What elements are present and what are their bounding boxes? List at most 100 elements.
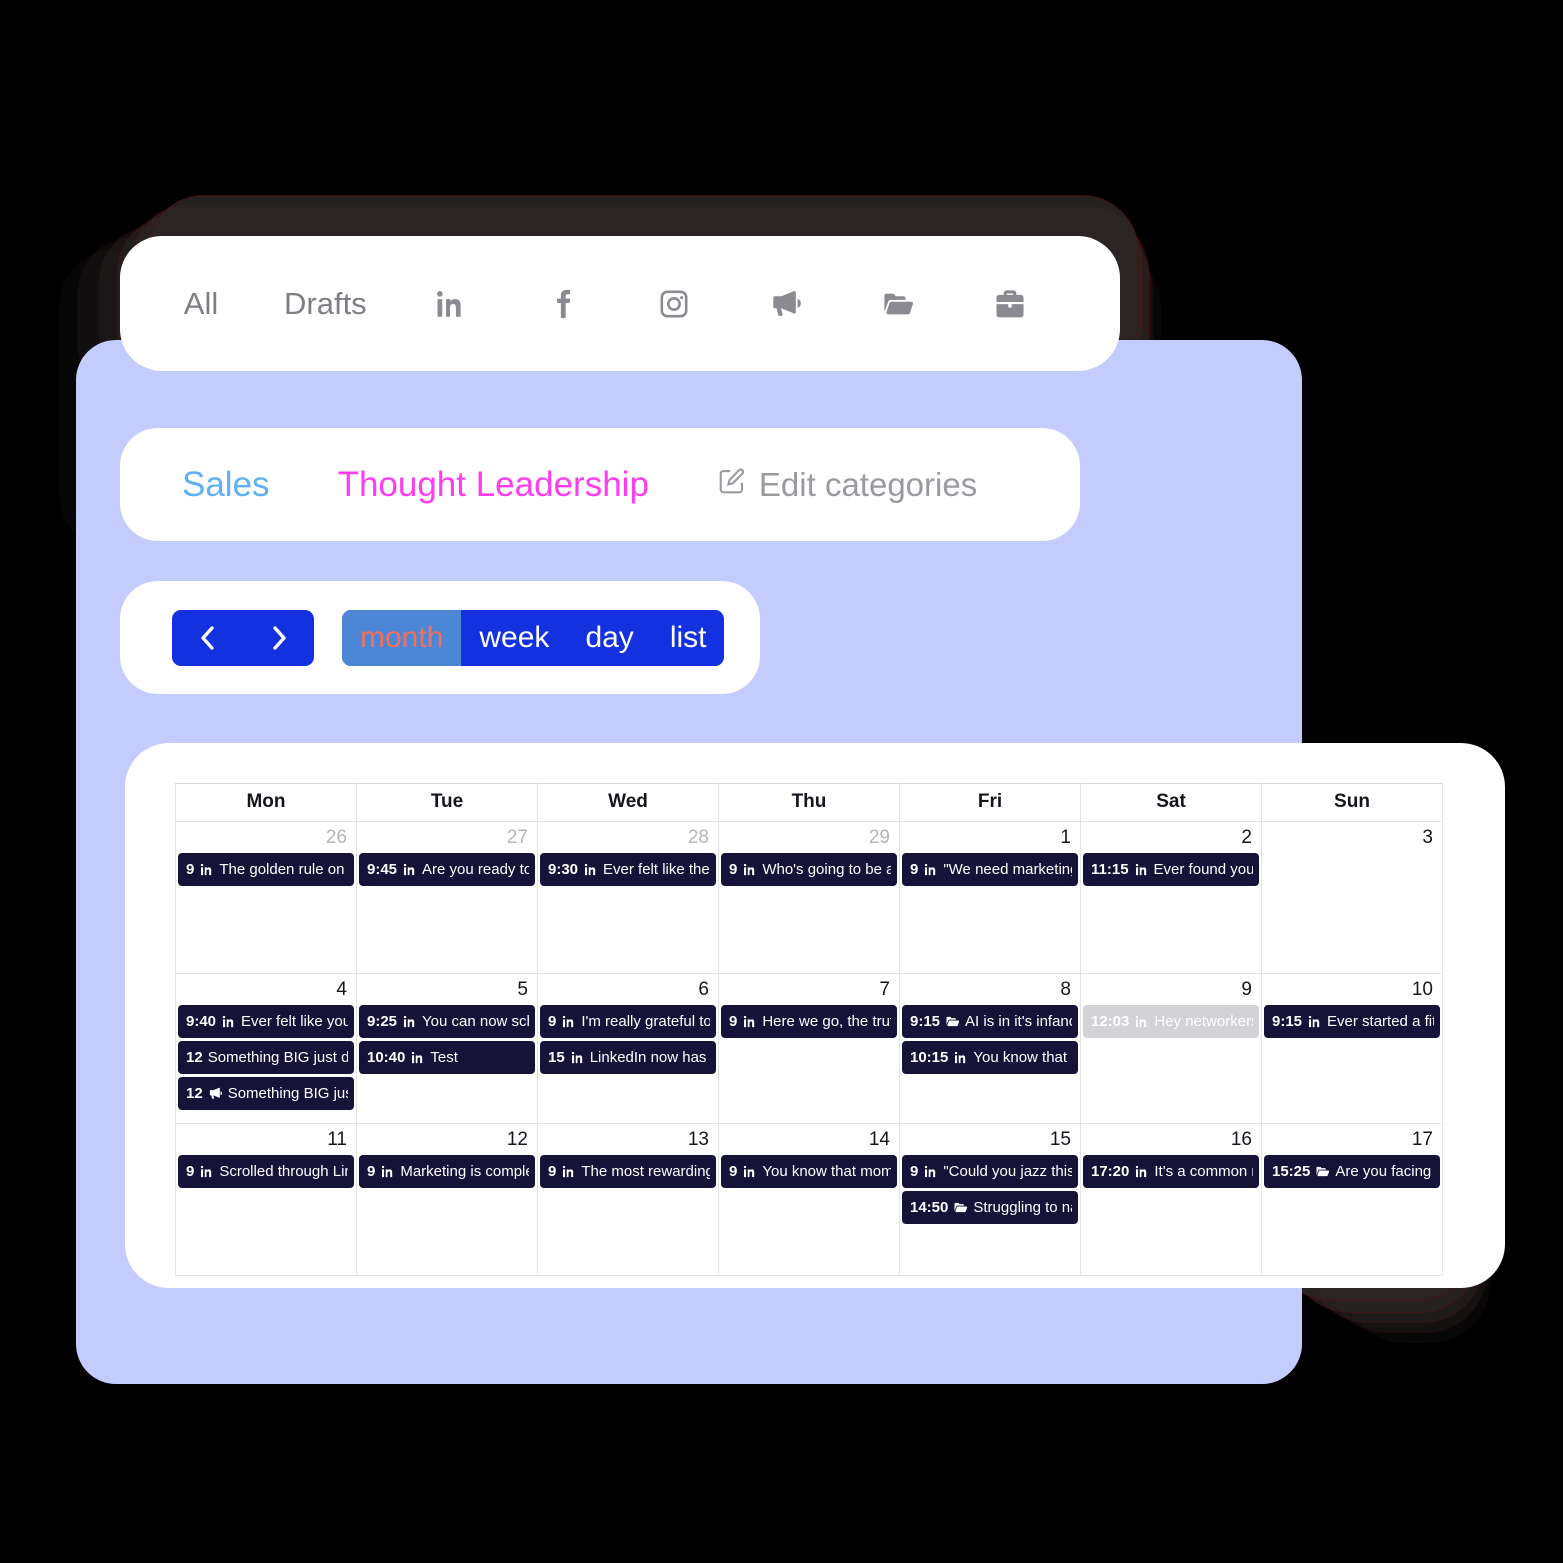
calendar-day-cell[interactable]: 16 17:20 It's a common m	[1080, 1123, 1262, 1276]
calendar-day-cell[interactable]: 4 9:40 Ever felt like you' 12 Something BIG …	[175, 973, 357, 1124]
calendar-event-chip[interactable]: 9 You know that mome	[721, 1154, 897, 1188]
calendar-day-cell[interactable]: 1 9 "We need marketing	[899, 821, 1081, 974]
calendar-event-chip[interactable]: 14:50 Struggling to na	[902, 1190, 1078, 1224]
calendar-event-chip[interactable]: 12:03 Hey networkers	[1083, 1004, 1259, 1038]
next-period-button[interactable]	[243, 610, 314, 666]
view-button-list[interactable]: list	[652, 610, 725, 666]
filter-campaigns[interactable]	[763, 287, 809, 321]
calendar-day-cell[interactable]: 2 11:15 Ever found your	[1080, 821, 1262, 974]
calendar-day-cell[interactable]: 13 9 The most rewarding	[537, 1123, 719, 1276]
filter-all[interactable]: All	[178, 286, 224, 322]
day-number[interactable]: 14	[719, 1124, 899, 1155]
day-number[interactable]: 15	[900, 1124, 1080, 1155]
day-number[interactable]: 5	[357, 974, 537, 1005]
day-number[interactable]: 28	[538, 822, 718, 853]
calendar-event-chip[interactable]: 9 "Could you jazz this	[902, 1154, 1078, 1188]
calendar-day-cell[interactable]: 12 9 Marketing is comple	[356, 1123, 538, 1276]
event-title: AI is in it's infanc	[965, 1013, 1072, 1029]
linkedin-icon	[923, 1164, 938, 1179]
filter-drafts[interactable]: Drafts	[284, 286, 367, 322]
day-number[interactable]: 17	[1262, 1124, 1442, 1155]
view-button-month[interactable]: month	[342, 609, 462, 666]
calendar-event-chip[interactable]: 15:25 Are you facing t	[1264, 1154, 1440, 1188]
calendar-day-cell[interactable]: 17 15:25 Are you facing t	[1261, 1123, 1443, 1276]
calendar-event-chip[interactable]: 9:15 Ever started a fitn	[1264, 1004, 1440, 1038]
calendar-day-cell[interactable]: 15 9 "Could you jazz this 14:50 Struggling t…	[899, 1123, 1081, 1276]
event-title: Ever felt like you'	[241, 1013, 348, 1029]
category-sales[interactable]: Sales	[182, 465, 270, 505]
calendar-event-chip[interactable]: 9:30 Ever felt like ther	[540, 852, 716, 886]
view-button-day[interactable]: day	[567, 610, 651, 666]
calendar-event-chip[interactable]: 11:15 Ever found your	[1083, 852, 1259, 886]
linkedin-icon	[1134, 1014, 1149, 1029]
view-button-week[interactable]: week	[461, 610, 567, 666]
calendar-event-chip[interactable]: 9 I'm really grateful to	[540, 1004, 716, 1038]
calendar-event-chip[interactable]: 9 Marketing is comple	[359, 1154, 535, 1188]
calendar-day-cell[interactable]: 28 9:30 Ever felt like ther	[537, 821, 719, 974]
calendar-event-chip[interactable]: 9 "We need marketing	[902, 852, 1078, 886]
filter-folders[interactable]	[875, 287, 921, 321]
day-number[interactable]: 3	[1262, 822, 1442, 853]
day-number[interactable]: 10	[1262, 974, 1442, 1005]
calendar-event-chip[interactable]: 9:15 AI is in it's infanc	[902, 1004, 1078, 1038]
calendar-event-chip[interactable]: 9 The golden rule on L	[178, 852, 354, 886]
event-title: You know that mome	[762, 1163, 891, 1179]
calendar-day-cell[interactable]: 11 9 Scrolled through Lin	[175, 1123, 357, 1276]
day-number[interactable]: 29	[719, 822, 899, 853]
day-number[interactable]: 12	[357, 1124, 537, 1155]
day-number[interactable]: 7	[719, 974, 899, 1005]
day-number[interactable]: 2	[1081, 822, 1261, 853]
linkedin-icon	[742, 862, 757, 877]
calendar-event-chip[interactable]: 10:15 You know that n	[902, 1040, 1078, 1074]
event-time: 12:03	[1091, 1012, 1130, 1030]
calendar-day-cell[interactable]: 26 9 The golden rule on L	[175, 821, 357, 974]
day-number[interactable]: 26	[176, 822, 356, 853]
calendar-event-chip[interactable]: 9:40 Ever felt like you'	[178, 1004, 354, 1038]
event-time: 12	[186, 1084, 203, 1102]
calendar-event-chip[interactable]: 15 LinkedIn now has o	[540, 1040, 716, 1074]
calendar-event-chip[interactable]: 9:45 Are you ready to	[359, 852, 535, 886]
calendar-day-cell[interactable]: 14 9 You know that mome	[718, 1123, 900, 1276]
calendar-day-cell[interactable]: 5 9:25 You can now sch 10:40 Test	[356, 973, 538, 1124]
calendar-day-cell[interactable]: 8 9:15 AI is in it's infanc 10:15 You know t…	[899, 973, 1081, 1124]
calendar-day-cell[interactable]: 7 9 Here we go, the truth	[718, 973, 900, 1124]
event-title: LinkedIn now has o	[589, 1049, 710, 1065]
calendar-day-cell[interactable]: 6 9 I'm really grateful to 15 LinkedIn now h…	[537, 973, 719, 1124]
day-number[interactable]: 16	[1081, 1124, 1261, 1155]
calendar-event-chip[interactable]: 9 The most rewarding	[540, 1154, 716, 1188]
calendar-event-chip[interactable]: 10:40 Test	[359, 1040, 535, 1074]
calendar-event-chip[interactable]: 12 Something BIG just	[178, 1076, 354, 1110]
calendar-day-cell[interactable]: 29 9 Who's going to be at	[718, 821, 900, 974]
calendar-event-chip[interactable]: 17:20 It's a common m	[1083, 1154, 1259, 1188]
filter-facebook[interactable]	[539, 287, 585, 321]
calendar-day-cell[interactable]: 3	[1261, 821, 1443, 974]
calendar-event-chip[interactable]: 9 Who's going to be at	[721, 852, 897, 886]
calendar-day-cell[interactable]: 9 12:03 Hey networkers	[1080, 973, 1262, 1124]
edit-categories-button[interactable]: Edit categories	[717, 466, 977, 504]
day-number[interactable]: 13	[538, 1124, 718, 1155]
event-title: Ever found your	[1153, 861, 1253, 877]
calendar-day-cell[interactable]: 27 9:45 Are you ready to	[356, 821, 538, 974]
filter-drafts-label: Drafts	[284, 285, 367, 321]
day-number[interactable]: 1	[900, 822, 1080, 853]
briefcase-icon	[993, 287, 1027, 321]
calendar-event-chip[interactable]: 9 Scrolled through Lin	[178, 1154, 354, 1188]
day-number[interactable]: 27	[357, 822, 537, 853]
calendar-event-chip[interactable]: 9:25 You can now sch	[359, 1004, 535, 1038]
linkedin-icon	[923, 862, 938, 877]
day-number[interactable]: 4	[176, 974, 356, 1005]
day-events: 9:45 Are you ready to	[357, 852, 537, 895]
day-number[interactable]: 6	[538, 974, 718, 1005]
day-events: 11:15 Ever found your	[1081, 852, 1261, 895]
filter-instagram[interactable]	[651, 287, 697, 321]
day-number[interactable]: 11	[176, 1124, 356, 1155]
day-number[interactable]: 8	[900, 974, 1080, 1005]
filter-business[interactable]	[987, 287, 1033, 321]
filter-linkedin[interactable]	[427, 287, 473, 321]
calendar-event-chip[interactable]: 12 Something BIG just dr	[178, 1040, 354, 1074]
calendar-event-chip[interactable]: 9 Here we go, the truth	[721, 1004, 897, 1038]
calendar-day-cell[interactable]: 10 9:15 Ever started a fitn	[1261, 973, 1443, 1124]
prev-period-button[interactable]	[172, 610, 243, 666]
day-number[interactable]: 9	[1081, 974, 1261, 1005]
category-thought-leadership[interactable]: Thought Leadership	[338, 465, 649, 505]
